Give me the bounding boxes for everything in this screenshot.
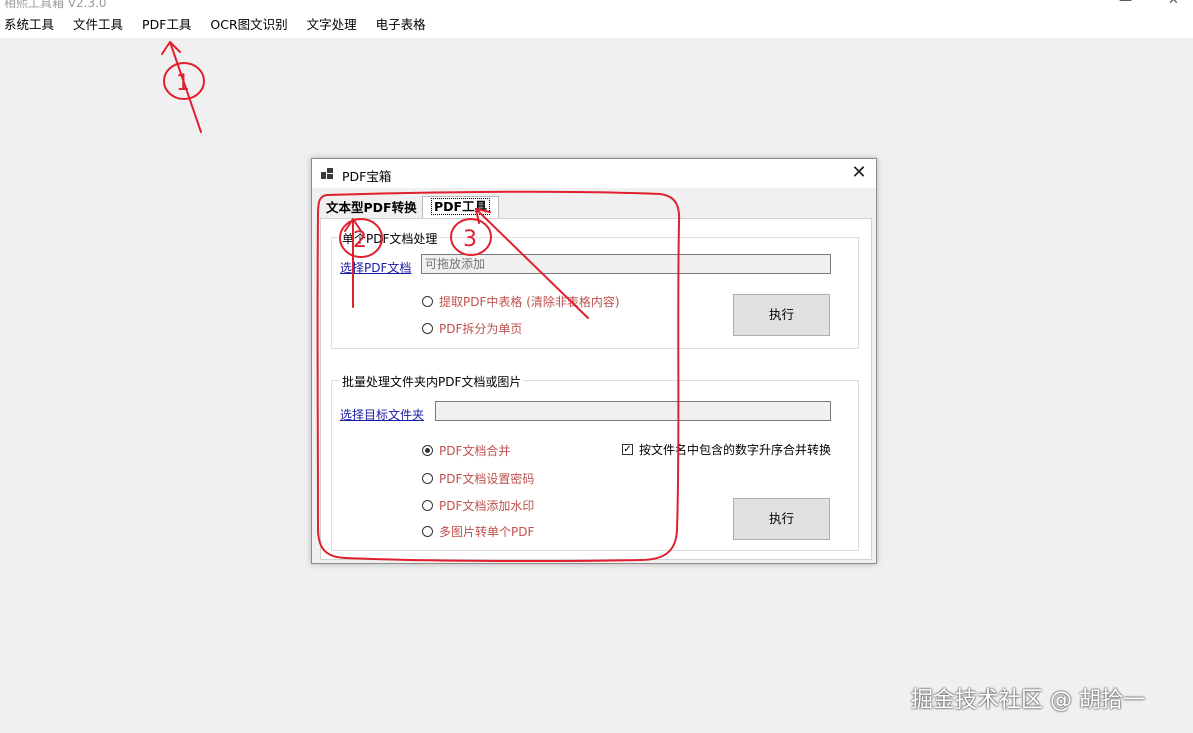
radio-images-to-pdf[interactable]	[422, 526, 433, 537]
option-split-pages[interactable]: PDF拆分为单页	[422, 320, 522, 337]
menu-ocr[interactable]: OCR图文识别	[201, 12, 297, 38]
single-pdf-group: 单个PDF文档处理 选择PDF文档 提取PDF中表格 (清除非表格内容) PDF…	[331, 230, 859, 349]
select-pdf-link[interactable]: 选择PDF文档	[340, 259, 411, 276]
pdf-file-input[interactable]	[421, 254, 831, 274]
option-extract-tables-label: 提取PDF中表格 (清除非表格内容)	[439, 295, 620, 309]
sort-by-number-label: 按文件名中包含的数字升序合并转换	[639, 443, 832, 457]
tab-panel: 单个PDF文档处理 选择PDF文档 提取PDF中表格 (清除非表格内容) PDF…	[320, 218, 872, 560]
select-folder-link[interactable]: 选择目标文件夹	[340, 406, 424, 423]
dialog-close-icon[interactable]: ✕	[847, 162, 871, 184]
option-merge-pdf[interactable]: PDF文档合并	[422, 442, 510, 459]
option-add-watermark[interactable]: PDF文档添加水印	[422, 497, 534, 514]
menu-system-tools[interactable]: 系统工具	[0, 12, 64, 38]
app-title: 相熙工具箱 V2.3.0	[4, 0, 107, 10]
checkbox-sort-by-number[interactable]: ✓	[622, 444, 633, 455]
minimize-icon[interactable]: —	[1119, 0, 1132, 8]
window-title-bar: 相熙工具箱 V2.3.0 — ✕	[0, 0, 1193, 12]
batch-group: 批量处理文件夹内PDF文档或图片 选择目标文件夹 PDF文档合并 PDF文档设置…	[331, 373, 859, 551]
radio-set-password[interactable]	[422, 473, 433, 484]
annotation-1-arrow	[161, 41, 202, 133]
execute-button-single[interactable]: 执行	[733, 294, 830, 336]
option-images-to-pdf[interactable]: 多图片转单个PDF	[422, 523, 534, 540]
tab-pdf-tools[interactable]: PDF工具	[422, 196, 500, 218]
radio-extract-tables[interactable]	[422, 296, 433, 307]
menu-bar: 系统工具 文件工具 PDF工具 OCR图文识别 文字处理 电子表格	[0, 12, 1193, 38]
single-pdf-group-legend: 单个PDF文档处理	[340, 230, 440, 247]
radio-split-pages[interactable]	[422, 323, 433, 334]
radio-add-watermark[interactable]	[422, 500, 433, 511]
option-extract-tables[interactable]: 提取PDF中表格 (清除非表格内容)	[422, 293, 620, 310]
watermark: 掘金技术社区 @ 胡拾一	[911, 688, 1145, 713]
execute-button-batch[interactable]: 执行	[733, 498, 830, 540]
option-add-watermark-label: PDF文档添加水印	[439, 499, 535, 513]
app-icon	[321, 168, 333, 179]
option-split-pages-label: PDF拆分为单页	[439, 322, 523, 336]
folder-input[interactable]	[435, 401, 831, 421]
option-set-password[interactable]: PDF文档设置密码	[422, 470, 534, 487]
batch-group-legend: 批量处理文件夹内PDF文档或图片	[340, 373, 524, 390]
option-set-password-label: PDF文档设置密码	[439, 472, 535, 486]
tab-strip: 文本型PDF转换 PDF工具	[312, 196, 876, 218]
option-images-to-pdf-label: 多图片转单个PDF	[439, 525, 535, 539]
menu-pdf-tools[interactable]: PDF工具	[133, 12, 201, 38]
dialog-title: PDF宝箱	[342, 169, 392, 184]
tab-pdf-tools-label: PDF工具	[431, 198, 491, 215]
tab-text-pdf-convert[interactable]: 文本型PDF转换	[326, 199, 417, 217]
dialog-title-bar: PDF宝箱 ✕	[312, 159, 876, 188]
menu-spreadsheet[interactable]: 电子表格	[367, 12, 436, 38]
annotation-1-circle	[163, 62, 205, 100]
radio-merge-pdf[interactable]	[422, 445, 433, 456]
close-icon[interactable]: ✕	[1168, 0, 1179, 8]
pdf-box-dialog: PDF宝箱 ✕ 文本型PDF转换 PDF工具 单个PDF文档处理 选择PDF文档…	[311, 158, 877, 564]
option-merge-pdf-label: PDF文档合并	[439, 444, 511, 458]
menu-file-tools[interactable]: 文件工具	[64, 12, 133, 38]
annotation-1-number: 1	[176, 71, 190, 96]
sort-by-number-option[interactable]: ✓ 按文件名中包含的数字升序合并转换	[622, 441, 831, 458]
menu-text-processing[interactable]: 文字处理	[298, 12, 367, 38]
